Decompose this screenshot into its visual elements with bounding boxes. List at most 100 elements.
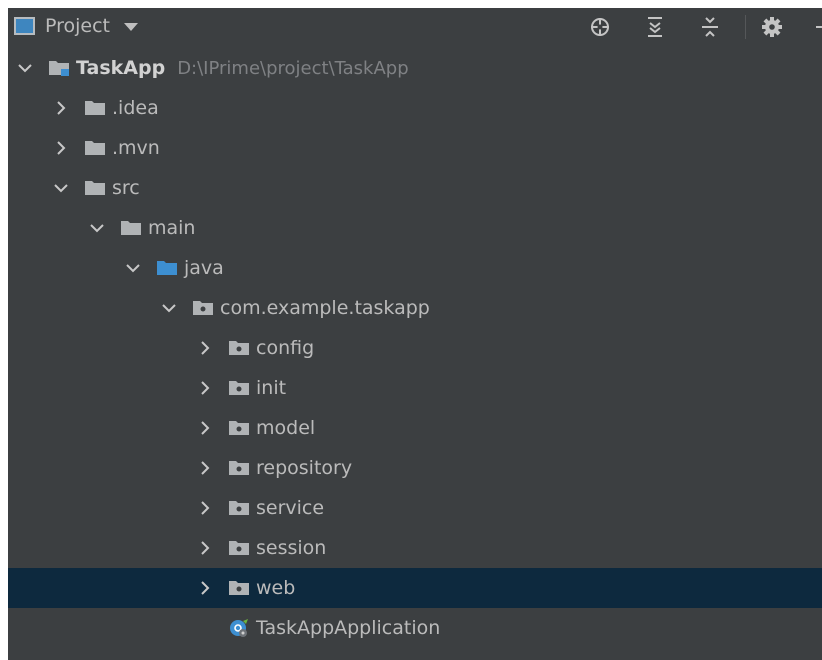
locate-icon	[591, 18, 609, 36]
package-icon	[229, 501, 249, 515]
tree-item-label: TaskAppApplication	[256, 617, 441, 639]
chevron-right-icon	[201, 461, 210, 475]
folder-icon	[121, 221, 141, 235]
tree-item-label: config	[256, 337, 315, 359]
locate-button[interactable]	[587, 14, 613, 40]
minimize-icon	[816, 26, 822, 28]
tree-expander[interactable]	[52, 179, 70, 197]
tree-expander[interactable]	[88, 219, 106, 237]
chevron-down-icon	[18, 64, 32, 73]
tree-item-label: init	[256, 377, 287, 399]
tree-item-icon	[84, 99, 106, 117]
chevron-right-icon	[57, 141, 66, 155]
tree-item-model[interactable]: model	[8, 408, 822, 448]
project-view-label: Project	[45, 15, 111, 37]
chevron-down-icon	[126, 264, 140, 273]
tree-expander[interactable]	[160, 299, 178, 317]
tree-expander[interactable]	[52, 139, 70, 157]
tree-item-label: src	[112, 177, 140, 199]
tree-item-label: .idea	[112, 97, 159, 119]
package-icon	[193, 301, 213, 315]
tree-item-main[interactable]: main	[8, 208, 822, 248]
tree-item-label: main	[148, 217, 196, 239]
folder-icon	[85, 101, 105, 115]
tree-item-session[interactable]: session	[8, 528, 822, 568]
tree-item-label: .mvn	[112, 137, 160, 159]
collapse-all-icon	[702, 17, 718, 37]
tree-item-icon	[192, 299, 214, 317]
settings-button[interactable]	[759, 14, 785, 40]
tree-item-icon	[120, 219, 142, 237]
tree-expander[interactable]	[124, 259, 142, 277]
tree-expander[interactable]	[196, 459, 214, 477]
tree-expander[interactable]	[196, 539, 214, 557]
expand-all-icon	[648, 17, 662, 37]
spring-boot-class-icon	[230, 619, 248, 637]
tree-expander[interactable]	[196, 579, 214, 597]
tree-expander[interactable]	[52, 99, 70, 117]
source-folder-icon	[157, 261, 177, 275]
chevron-right-icon	[201, 541, 210, 555]
project-view-dropdown[interactable]: Project	[12, 11, 139, 41]
tree-item-com-example-taskapp[interactable]: com.example.taskapp	[8, 288, 822, 328]
tree-item-icon	[228, 579, 250, 597]
tree-item-label: model	[256, 417, 316, 439]
tree-item-src[interactable]: src	[8, 168, 822, 208]
tree-item-icon	[228, 499, 250, 517]
tree-item-label: com.example.taskapp	[220, 297, 430, 319]
folder-icon	[85, 181, 105, 195]
hide-button[interactable]	[812, 14, 822, 40]
package-icon	[229, 581, 249, 595]
folder-icon	[85, 141, 105, 155]
gear-icon	[762, 17, 782, 37]
project-tool-window: Project TaskApp D:\IPrime\project\TaskAp…	[8, 8, 822, 660]
tree-item-label: web	[256, 577, 296, 599]
package-icon	[229, 541, 249, 555]
chevron-right-icon	[201, 341, 210, 355]
collapse-all-button[interactable]	[697, 14, 723, 40]
tree-item-icon	[228, 379, 250, 397]
tree-expander[interactable]	[196, 419, 214, 437]
tree-item-icon	[228, 419, 250, 437]
tree-item-label: session	[256, 537, 327, 559]
tree-item-mvn[interactable]: .mvn	[8, 128, 822, 168]
tree-item-label: repository	[256, 457, 353, 479]
tree-item-config[interactable]: config	[8, 328, 822, 368]
package-icon	[229, 461, 249, 475]
project-toolbar: Project	[8, 8, 822, 44]
module-path: D:\IPrime\project\TaskApp	[177, 57, 409, 79]
tree-item-icon	[48, 59, 70, 77]
tree-item-label: TaskApp	[76, 57, 166, 79]
tree-item-icon	[228, 459, 250, 477]
tree-expander	[196, 619, 214, 637]
tree-item-web[interactable]: web	[8, 568, 822, 608]
tree-item-java[interactable]: java	[8, 248, 822, 288]
tree-item-icon	[84, 139, 106, 157]
tree-item-taskapp[interactable]: TaskApp D:\IPrime\project\TaskApp	[8, 48, 822, 88]
tree-item-service[interactable]: service	[8, 488, 822, 528]
tree-expander[interactable]	[16, 59, 34, 77]
tree-expander[interactable]	[196, 499, 214, 517]
chevron-right-icon	[201, 581, 210, 595]
tree-item-init[interactable]: init	[8, 368, 822, 408]
tree-item-taskappapplication[interactable]: TaskAppApplication	[8, 608, 822, 648]
project-window-icon	[14, 17, 35, 35]
tree-item-idea[interactable]: .idea	[8, 88, 822, 128]
chevron-down-icon	[124, 23, 139, 31]
project-tree[interactable]: TaskApp D:\IPrime\project\TaskApp .idea .mv…	[8, 48, 822, 648]
tree-expander[interactable]	[196, 339, 214, 357]
chevron-down-icon	[54, 184, 68, 193]
chevron-right-icon	[201, 381, 210, 395]
chevron-right-icon	[201, 421, 210, 435]
package-icon	[229, 381, 249, 395]
module-folder-icon	[49, 61, 69, 76]
package-icon	[229, 341, 249, 355]
tree-item-icon	[228, 619, 250, 637]
tree-item-repository[interactable]: repository	[8, 448, 822, 488]
tree-expander[interactable]	[196, 379, 214, 397]
tree-item-label: java	[184, 257, 224, 279]
tree-item-label: service	[256, 497, 325, 519]
chevron-down-icon	[90, 224, 104, 233]
chevron-right-icon	[201, 501, 210, 515]
expand-all-button[interactable]	[642, 14, 668, 40]
